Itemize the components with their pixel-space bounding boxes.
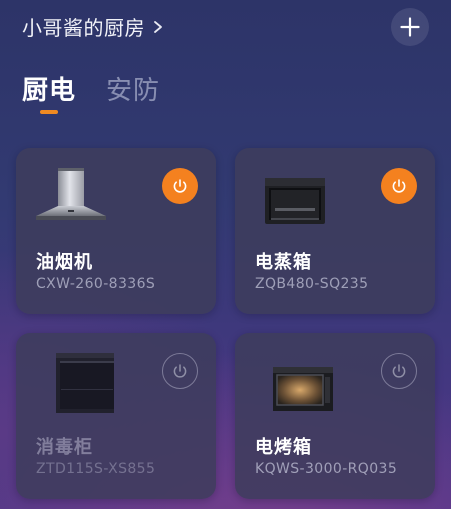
kitchen-title: 小哥酱的厨房 <box>22 15 145 40</box>
device-card-disinfection-cabinet[interactable]: 消毒柜 ZTD115S-XS855 <box>16 333 216 499</box>
kitchen-selector[interactable]: 小哥酱的厨房 <box>22 10 165 42</box>
power-icon <box>171 362 189 380</box>
device-name: 电烤箱 <box>255 437 312 458</box>
disinfection-cabinet-icon <box>34 349 118 413</box>
steam-oven-icon <box>253 164 333 228</box>
electric-oven-icon <box>253 349 333 413</box>
tab-label: 安防 <box>106 76 161 106</box>
add-device-button[interactable] <box>391 8 429 46</box>
power-button[interactable] <box>162 353 198 389</box>
category-tabs: 厨电 安防 <box>22 70 160 114</box>
power-button[interactable] <box>381 353 417 389</box>
power-button[interactable] <box>381 168 417 204</box>
device-name: 消毒柜 <box>36 437 93 458</box>
device-model: ZQB480-SQ235 <box>255 276 369 292</box>
tab-security[interactable]: 安防 <box>106 70 160 107</box>
device-model: KQWS-3000-RQ035 <box>255 461 398 477</box>
active-tab-indicator <box>40 110 58 114</box>
power-icon <box>390 362 408 380</box>
device-card-steam-oven[interactable]: 电蒸箱 ZQB480-SQ235 <box>235 148 435 314</box>
plus-icon <box>400 17 420 37</box>
device-card-electric-oven[interactable]: 电烤箱 KQWS-3000-RQ035 <box>235 333 435 499</box>
power-icon <box>171 177 189 195</box>
device-name: 油烟机 <box>36 252 93 273</box>
device-name: 电蒸箱 <box>255 252 312 273</box>
tab-label: 厨电 <box>22 76 77 106</box>
device-model: ZTD115S-XS855 <box>36 461 156 477</box>
power-icon <box>390 177 408 195</box>
device-model: CXW-260-8336S <box>36 276 156 292</box>
chevron-right-icon <box>151 19 165 33</box>
range-hood-icon <box>34 164 114 228</box>
tab-kitchen-appliances[interactable]: 厨电 <box>22 70 77 114</box>
power-button[interactable] <box>162 168 198 204</box>
device-card-range-hood[interactable]: 油烟机 CXW-260-8336S <box>16 148 216 314</box>
